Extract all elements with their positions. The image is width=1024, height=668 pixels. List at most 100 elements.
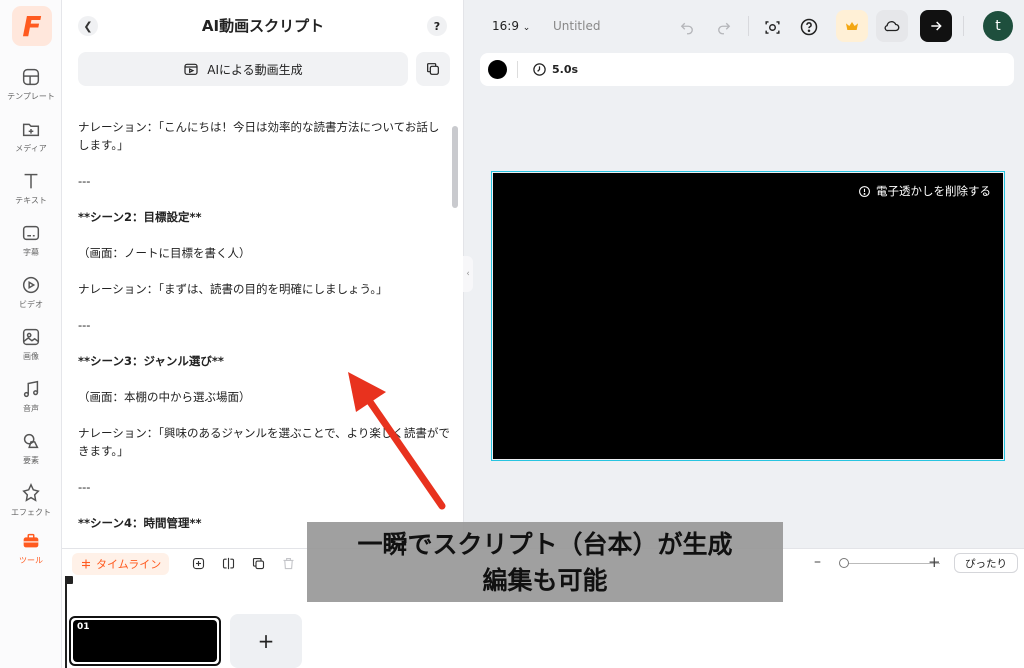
ai-generate-video-button[interactable]: AIによる動画生成 xyxy=(78,52,408,86)
caption-line-1: 一瞬でスクリプト（台本）が生成 xyxy=(357,530,733,559)
video-icon xyxy=(22,276,40,294)
rail-item-media[interactable]: メディア xyxy=(0,118,62,164)
delete-button[interactable] xyxy=(280,555,296,571)
chevron-down-icon: ⌄ xyxy=(522,23,531,33)
help-button[interactable]: ? xyxy=(427,16,447,36)
app-logo[interactable]: F xyxy=(12,6,52,46)
scrollbar[interactable] xyxy=(452,126,458,208)
caption-line-2: 編集も可能 xyxy=(482,566,608,595)
script-line: ナレーション：「こんにちは！今日は効率的な読書方法についてお話しします。」 xyxy=(78,120,440,152)
rail-item-video[interactable]: ビデオ xyxy=(0,274,62,320)
rail-label: 字幕 xyxy=(23,248,39,257)
document-title[interactable]: Untitled xyxy=(553,19,600,33)
audio-icon xyxy=(23,380,39,398)
undo-button[interactable] xyxy=(676,16,698,38)
user-avatar[interactable]: t xyxy=(983,11,1013,41)
question-circle-icon xyxy=(800,18,818,36)
split-icon xyxy=(222,557,234,569)
background-color-swatch[interactable] xyxy=(488,60,507,79)
add-scene-button[interactable] xyxy=(190,555,206,571)
copy-script-button[interactable] xyxy=(416,52,450,86)
zoom-slider-track[interactable] xyxy=(840,563,940,564)
video-canvas[interactable]: 電子透かしを削除する xyxy=(493,173,1003,459)
cloud-icon xyxy=(884,21,900,32)
add-clip-button[interactable]: + xyxy=(230,614,302,668)
cloud-save-button[interactable] xyxy=(876,10,908,42)
split-button[interactable] xyxy=(220,555,236,571)
video-generate-icon xyxy=(184,63,198,75)
tools-icon xyxy=(23,533,39,548)
script-line: --- xyxy=(78,318,91,332)
duration-control[interactable]: 5.0s xyxy=(532,62,578,77)
timeline-tab[interactable]: タイムライン xyxy=(72,553,170,575)
panel-title: AI動画スクリプト xyxy=(201,17,325,35)
rail-label: メディア xyxy=(15,144,47,153)
rail-item-audio[interactable]: 音声 xyxy=(0,378,62,424)
zoom-slider-thumb[interactable] xyxy=(839,558,849,568)
info-icon xyxy=(859,185,870,197)
property-toolbar: 5.0s xyxy=(480,53,1014,86)
arrow-right-icon xyxy=(931,21,942,31)
chevron-left-icon: ‹ xyxy=(466,269,470,279)
rail-label: ツール xyxy=(19,556,43,565)
rail-item-tools[interactable]: ツール xyxy=(0,530,62,576)
elements-icon xyxy=(23,433,39,449)
rail-label: 画像 xyxy=(23,352,39,361)
timeline-clip[interactable]: 01 xyxy=(69,616,221,666)
remove-watermark-button[interactable]: 電子透かしを削除する xyxy=(858,183,991,199)
canvas-frame[interactable]: 電子透かしを削除する xyxy=(491,171,1005,461)
undo-icon xyxy=(680,22,693,35)
script-line: **シーン3：ジャンル選び** xyxy=(78,354,224,368)
red-arrow-annotation xyxy=(348,372,446,510)
text-icon xyxy=(24,173,38,189)
preview-icon xyxy=(764,20,780,34)
upgrade-button[interactable] xyxy=(836,10,868,42)
collapse-panel-handle[interactable]: ‹ xyxy=(463,256,473,292)
divider xyxy=(517,61,518,78)
trash-icon xyxy=(283,557,293,569)
aspect-ratio-value: 16:9 xyxy=(492,19,519,33)
effects-icon xyxy=(22,482,40,502)
rail-item-template[interactable]: テンプレート xyxy=(0,66,62,112)
clip-thumbnail: 01 xyxy=(73,620,217,662)
export-button[interactable] xyxy=(920,10,952,42)
help-center-button[interactable] xyxy=(798,16,820,38)
caption-overlay: 一瞬でスクリプト（台本）が生成 編集も可能 xyxy=(307,522,783,602)
preview-button[interactable] xyxy=(761,16,783,38)
rail-item-effects[interactable]: エフェクト xyxy=(0,482,62,528)
script-line: ナレーション：「まずは、読書の目的を明確にしましょう。」 xyxy=(78,282,388,296)
divider xyxy=(748,16,749,36)
rail-item-text[interactable]: テキスト xyxy=(0,170,62,216)
redo-button[interactable] xyxy=(713,16,735,38)
rail-item-image[interactable]: 画像 xyxy=(0,326,62,372)
clip-number: 01 xyxy=(77,622,90,632)
rail-label: テンプレート xyxy=(7,92,55,101)
timeline-icon xyxy=(82,559,90,569)
playhead[interactable] xyxy=(65,576,73,668)
zoom-out-button[interactable]: – xyxy=(814,554,821,570)
duplicate-icon xyxy=(252,557,264,569)
media-icon xyxy=(22,123,40,137)
aspect-ratio-select[interactable]: 16:9 ⌄ xyxy=(492,19,530,33)
timeline-tab-label: タイムライン xyxy=(96,558,162,571)
rail-label: ビデオ xyxy=(19,300,43,309)
add-square-icon xyxy=(192,557,204,569)
template-icon xyxy=(22,68,40,86)
ai-generate-label: AIによる動画生成 xyxy=(207,62,303,77)
rail-item-elements[interactable]: 要素 xyxy=(0,430,62,476)
rail-label: テキスト xyxy=(15,196,47,205)
playhead-knob[interactable] xyxy=(65,576,73,584)
script-line: --- xyxy=(78,174,91,188)
rail-label: 要素 xyxy=(23,456,39,465)
rail-item-subtitle[interactable]: 字幕 xyxy=(0,222,62,268)
rail-label: 音声 xyxy=(23,404,39,413)
subtitle-icon xyxy=(22,225,40,241)
left-rail: F テンプレート メディア テキスト 字幕 ビデオ 画像 音声 要素 エフェクト… xyxy=(0,0,62,668)
duration-value: 5.0s xyxy=(552,63,579,76)
copy-icon xyxy=(427,63,439,75)
top-bar: 16:9 ⌄ Untitled t xyxy=(476,0,1024,52)
fit-button[interactable]: ぴったり xyxy=(954,553,1018,573)
duplicate-button[interactable] xyxy=(250,555,266,571)
zoom-in-button[interactable]: + xyxy=(928,553,941,571)
script-line: （画面：ノートに目標を書く人） xyxy=(78,246,251,260)
